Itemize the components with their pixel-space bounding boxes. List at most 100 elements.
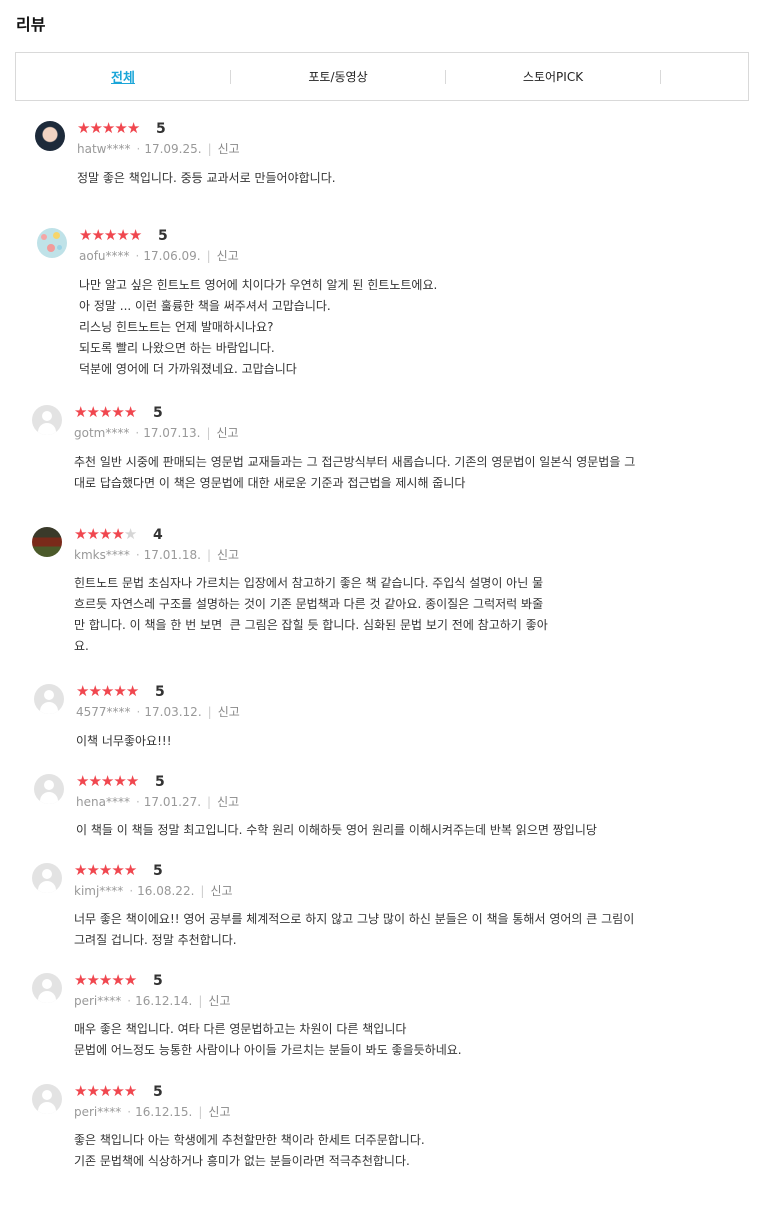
- avatar: [32, 527, 62, 557]
- star-icon: ★: [123, 1082, 137, 1100]
- reviewer-id: gotm****: [74, 426, 130, 440]
- review-meta: peri**** · 16.12.15. | 신고: [74, 1105, 231, 1119]
- report-link[interactable]: 신고: [217, 249, 239, 263]
- star-icon: ★: [98, 971, 112, 989]
- star-icon: ★: [76, 772, 89, 790]
- star-icon: ★: [100, 772, 114, 790]
- star-icon: ★: [86, 1082, 99, 1100]
- star-icon: ★: [123, 861, 137, 879]
- star-icon: ★: [111, 403, 124, 421]
- star-icon: ★: [123, 971, 137, 989]
- review-date: 17.06.09.: [143, 249, 201, 263]
- star-icon: ★: [74, 971, 87, 989]
- report-link[interactable]: 신고: [218, 705, 240, 719]
- star-icon: ★: [100, 682, 114, 700]
- star-icon: ★: [98, 861, 112, 879]
- review-text: 나만 알고 싶은 힌트노트 영어에 치이다가 우연히 알게 된 힌트노트에요. …: [79, 278, 438, 376]
- rating-score: 5: [156, 121, 166, 137]
- section-title: 리뷰: [16, 15, 46, 34]
- star-icon: ★: [86, 861, 99, 879]
- star-icon: ★: [88, 682, 101, 700]
- review-meta: gotm**** · 17.07.13. | 신고: [74, 426, 239, 440]
- star-icon: ★: [111, 525, 124, 543]
- rating-stars: ★★★★★: [74, 861, 137, 879]
- rating-stars: ★★★★★: [77, 119, 140, 137]
- star-icon: ★: [116, 226, 129, 244]
- star-icon: ★: [128, 226, 142, 244]
- star-icon: ★: [101, 119, 115, 137]
- review-meta: hatw**** · 17.09.25. | 신고: [77, 142, 240, 156]
- report-link[interactable]: 신고: [210, 884, 232, 898]
- star-icon: ★: [111, 971, 124, 989]
- rating-stars: ★★★★★: [74, 971, 137, 989]
- tab-divider: [660, 69, 661, 84]
- star-icon: ★: [126, 119, 140, 137]
- review-date: 17.09.25.: [144, 142, 202, 156]
- review-date: 16.12.15.: [135, 1105, 193, 1119]
- avatar-default-icon: [32, 405, 62, 435]
- rating-score: 5: [153, 405, 163, 421]
- star-icon: ★: [123, 403, 137, 421]
- star-icon: ★: [77, 119, 90, 137]
- review-date: 17.01.27.: [143, 795, 202, 809]
- review-meta: 4577**** · 17.03.12. | 신고: [76, 705, 240, 719]
- avatar: [37, 228, 67, 258]
- reviewer-id: peri****: [74, 1105, 122, 1119]
- star-icon: ★: [113, 682, 126, 700]
- review-meta: kmks**** · 17.01.18. | 신고: [74, 548, 240, 562]
- review-date: 17.07.13.: [143, 426, 201, 440]
- rating-stars: ★★★★★: [79, 226, 142, 244]
- star-icon: ★: [74, 525, 87, 543]
- reviewer-id: kimj****: [74, 884, 124, 898]
- star-icon: ★: [86, 525, 99, 543]
- report-link[interactable]: 신고: [208, 994, 230, 1008]
- reviewer-id: kmks****: [74, 548, 130, 562]
- review-text: 이책 너무좋아요!!!: [76, 734, 172, 748]
- star-icon: ★: [74, 1082, 87, 1100]
- rating-score: 5: [153, 973, 163, 989]
- review-text: 힌트노트 문법 초심자나 가르치는 입장에서 참고하기 좋은 책 같습니다. 주…: [74, 576, 548, 653]
- rating-score: 4: [153, 527, 163, 543]
- star-icon: ★: [125, 682, 139, 700]
- rating-stars: ★★★★★: [76, 682, 139, 700]
- tab-all[interactable]: 전체: [16, 67, 230, 86]
- report-link[interactable]: 신고: [217, 548, 239, 562]
- reviewer-id: aofu****: [79, 249, 130, 263]
- rating-stars: ★★★★★: [74, 525, 137, 543]
- review-text: 이 책들 이 책들 정말 최고입니다. 수학 원리 이해하듯 영어 원리를 이해…: [76, 823, 597, 837]
- avatar-default-icon: [32, 863, 62, 893]
- star-icon: ★: [76, 682, 89, 700]
- star-icon: ★: [113, 772, 126, 790]
- review-date: 17.03.12.: [144, 705, 202, 719]
- star-icon: ★: [74, 403, 87, 421]
- tab-store-pick[interactable]: 스토어PICK: [446, 68, 660, 85]
- rating-score: 5: [155, 684, 165, 700]
- report-link[interactable]: 신고: [217, 426, 239, 440]
- tab-photo-video[interactable]: 포토/동영상: [231, 68, 445, 85]
- star-icon: ★: [103, 226, 117, 244]
- reviewer-id: peri****: [74, 994, 122, 1008]
- review-date: 17.01.18.: [143, 548, 201, 562]
- star-icon: ★: [89, 119, 102, 137]
- reviewer-id: 4577****: [76, 705, 131, 719]
- star-icon: ★: [114, 119, 127, 137]
- report-link[interactable]: 신고: [208, 1105, 230, 1119]
- star-icon: ★: [98, 525, 112, 543]
- avatar-default-icon: [34, 684, 64, 714]
- rating-score: 5: [153, 863, 163, 879]
- review-tabs: 전체 포토/동영상 스토어PICK: [15, 52, 749, 101]
- star-icon: ★: [111, 861, 124, 879]
- review-meta: hena**** · 17.01.27. | 신고: [76, 795, 240, 809]
- report-link[interactable]: 신고: [218, 142, 240, 156]
- review-text: 정말 좋은 책입니다. 중등 교과서로 만들어야합니다.: [77, 171, 336, 185]
- review-text: 좋은 책입니다 아는 학생에게 추천할만한 책이라 한세트 더주문합니다. 기존…: [74, 1133, 425, 1168]
- star-icon: ★: [74, 861, 87, 879]
- avatar: [35, 121, 65, 151]
- review-text: 매우 좋은 책입니다. 여타 다른 영문법하고는 차원이 다른 책입니다 문법에…: [74, 1022, 462, 1057]
- rating-score: 5: [155, 774, 165, 790]
- reviewer-id: hena****: [76, 795, 130, 809]
- star-icon: ★: [86, 403, 99, 421]
- report-link[interactable]: 신고: [217, 795, 239, 809]
- star-icon: ★: [88, 772, 101, 790]
- review-meta: kimj**** · 16.08.22. | 신고: [74, 884, 233, 898]
